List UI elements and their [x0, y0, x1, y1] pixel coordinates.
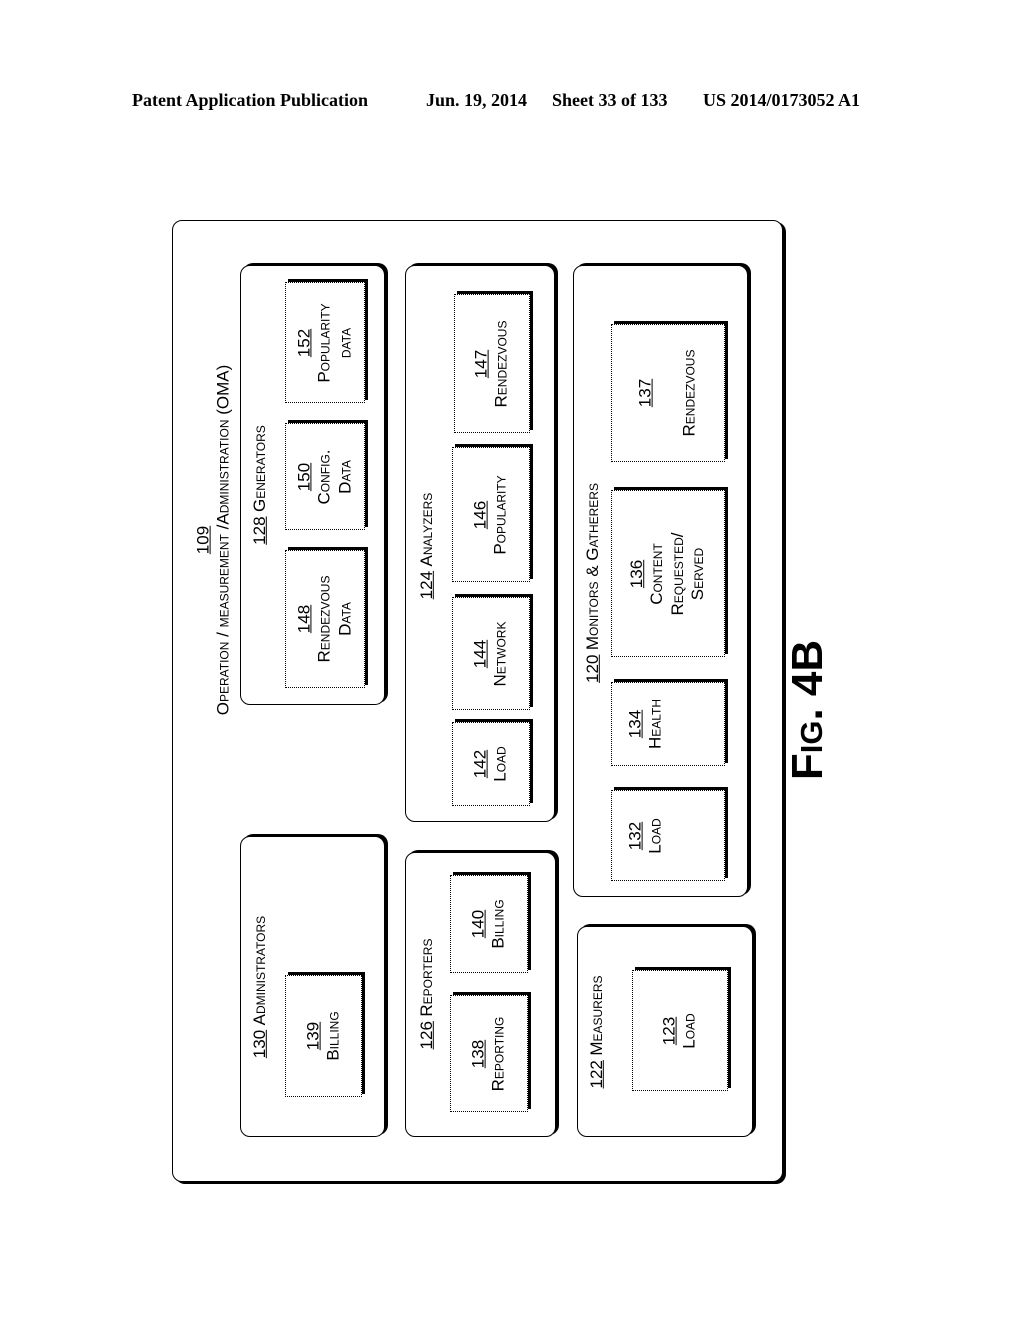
patent-number: US 2014/0173052 A1: [703, 90, 861, 110]
monitors-title: 120 Monitors & Gatherers: [583, 483, 603, 683]
analyzer-item: 142 Load: [452, 722, 530, 806]
analyzers-label: Analyzers: [416, 492, 436, 567]
figure-label: Fig. 4B: [783, 639, 832, 781]
administrators-label: Administrators: [249, 915, 269, 1026]
measurers-ref: 122: [586, 1060, 606, 1089]
reporters-title: 126 Reporters: [417, 939, 437, 1050]
analyzer-item: 147 Rendezvous: [454, 294, 530, 433]
generator-item: 152 Popularity data: [285, 282, 365, 403]
monitors-label: Monitors & Gatherers: [582, 483, 602, 651]
reporters-ref: 126: [416, 1021, 436, 1050]
administrators-ref: 130: [249, 1029, 269, 1059]
measurers-title: 122 Measurers: [587, 975, 607, 1088]
generator-item: 150 Config. Data: [285, 423, 365, 530]
administrators-title: 130 Administrators: [250, 916, 270, 1058]
sheet-number: Sheet 33 of 133: [552, 90, 668, 110]
analyzer-item: 146 Popularity: [452, 447, 530, 582]
reporters-label: Reporters: [416, 938, 436, 1017]
reporter-item: 138 Reporting: [450, 995, 528, 1112]
monitor-item: 137 Rendezvous: [611, 324, 725, 462]
oma-title: 109 Operation / measurement /Administrat…: [194, 365, 235, 716]
monitor-item: 132 Load: [611, 790, 725, 881]
monitors-ref: 120: [582, 654, 602, 683]
generators-label: Generators: [249, 425, 269, 512]
analyzer-item: 144 Network: [452, 597, 530, 710]
administrator-item: 139 Billing: [285, 975, 362, 1097]
oma-label: Operation / measurement /Administration …: [214, 364, 233, 716]
publication-date: Jun. 19, 2014: [426, 90, 528, 110]
reporter-item: 140 Billing: [450, 875, 528, 973]
measurers-label: Measurers: [586, 975, 606, 1056]
analyzers-title: 124 Analyzers: [417, 493, 437, 600]
generators-ref: 128: [249, 516, 269, 545]
monitor-item: 136 Content Requested/Served: [611, 490, 725, 657]
measurer-item: 123 Load: [632, 970, 728, 1091]
analyzers-ref: 124: [416, 570, 436, 600]
generators-title: 128 Generators: [250, 425, 270, 545]
oma-ref: 109: [193, 525, 213, 555]
generator-item: 148 Rendezvous Data: [285, 550, 365, 688]
monitor-item: 134 Health: [611, 682, 725, 766]
publication-label: Patent Application Publication: [132, 90, 369, 110]
